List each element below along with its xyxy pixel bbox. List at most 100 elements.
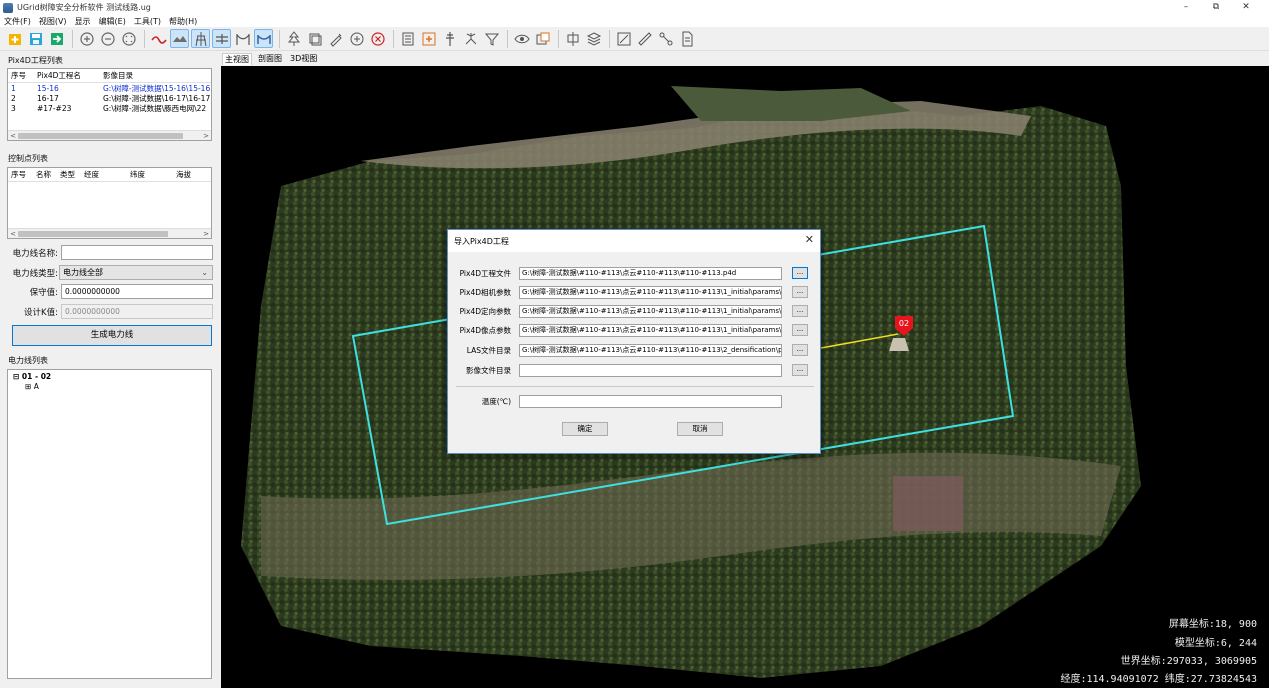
add-point-icon[interactable]: [419, 29, 438, 48]
dialog-title-bar: 导入Pix4D工程 ✕: [448, 230, 820, 252]
document-icon[interactable]: [677, 29, 696, 48]
scroll-thumb[interactable]: [18, 132, 183, 139]
menu-edit[interactable]: 编辑(E): [99, 16, 126, 27]
image-dir-input[interactable]: [519, 364, 782, 377]
table-row[interactable]: 2 16-17 G:\树障-测试数据\16-17\16-17: [8, 93, 211, 103]
tower-icon[interactable]: [191, 29, 210, 48]
keep-value-input[interactable]: 0.0000000000: [61, 284, 213, 299]
layers-stack-icon[interactable]: [305, 29, 324, 48]
zoom-extent-icon[interactable]: [119, 29, 138, 48]
new-project-icon[interactable]: [5, 29, 24, 48]
control-point-list[interactable]: 序号 名称 类型 经度 纬度 海拔 < >: [7, 167, 212, 239]
camera-params-input[interactable]: G:\树障-测试数据\#110-#113\点云#110-#113\#110-#1…: [519, 286, 782, 299]
browse-image-dir-button[interactable]: ...: [792, 364, 808, 376]
browse-imagepoint-params-button[interactable]: ...: [792, 324, 808, 336]
orientation-params-input[interactable]: G:\树障-测试数据\#110-#113\点云#110-#113\#110-#1…: [519, 305, 782, 318]
expand-icon[interactable]: ⊞: [25, 382, 31, 391]
browse-camera-params-button[interactable]: ...: [792, 286, 808, 298]
line-type-select[interactable]: 电力线全部 ⌄: [59, 265, 213, 280]
scroll-thumb[interactable]: [18, 230, 168, 237]
target-icon[interactable]: [347, 29, 366, 48]
measure-icon[interactable]: [326, 29, 345, 48]
browse-orientation-params-button[interactable]: ...: [792, 305, 808, 317]
span-icon[interactable]: [233, 29, 252, 48]
pix4d-list-header: 序号 Pix4D工程名 影像目录: [8, 69, 211, 83]
col-cp-type[interactable]: 类型: [57, 169, 81, 180]
line-type-value: 电力线全部: [63, 268, 103, 277]
powerline-icon[interactable]: [149, 29, 168, 48]
powerline-tree[interactable]: ⊟ 01 - 02 ⊞ A: [7, 369, 212, 679]
menu-tools[interactable]: 工具(T): [134, 16, 161, 27]
tab-3d-view[interactable]: 3D视图: [288, 53, 319, 65]
connect-icon[interactable]: [656, 29, 675, 48]
tree-node-child[interactable]: ⊞ A: [25, 382, 39, 391]
col-cp-longitude[interactable]: 经度: [81, 169, 127, 180]
zoom-in-icon[interactable]: [77, 29, 96, 48]
las-dir-input[interactable]: G:\树障-测试数据\#110-#113\点云#110-#113\#110-#1…: [519, 344, 782, 357]
filter-icon[interactable]: [482, 29, 501, 48]
application-window: UGrid树障安全分析软件 测试线路.ug – ⧉ ✕ 文件(F) 视图(V) …: [0, 0, 1269, 688]
scroll-right-icon[interactable]: >: [201, 230, 211, 238]
edit-box-icon[interactable]: [614, 29, 633, 48]
crossarm-icon[interactable]: [212, 29, 231, 48]
title-bar: UGrid树障安全分析软件 测试线路.ug – ⧉ ✕: [0, 0, 1269, 15]
table-row[interactable]: 3 #17-#23 G:\树障-测试数据\豚西电网\22: [8, 103, 211, 113]
center-icon[interactable]: [563, 29, 582, 48]
imagepoint-params-input[interactable]: G:\树障-测试数据\#110-#113\点云#110-#113\#110-#1…: [519, 324, 782, 337]
line-name-input[interactable]: [61, 245, 213, 260]
menu-view[interactable]: 视图(V): [39, 16, 67, 27]
col-project-name[interactable]: Pix4D工程名: [34, 70, 100, 81]
minimize-button[interactable]: –: [1171, 0, 1201, 15]
close-icon[interactable]: ✕: [805, 233, 814, 246]
menu-file[interactable]: 文件(F): [4, 16, 31, 27]
field-las-dir: LAS文件目录 G:\树障-测试数据\#110-#113\点云#110-#113…: [448, 344, 822, 358]
pix4d-project-list[interactable]: 序号 Pix4D工程名 影像目录 1 15-16 G:\树障-测试数据\15-1…: [7, 68, 212, 141]
menu-display[interactable]: 显示: [75, 16, 91, 27]
tree-node-label: 01 - 02: [21, 372, 52, 381]
col-image-dir[interactable]: 影像目录: [100, 70, 210, 81]
ok-button[interactable]: 确定: [562, 422, 608, 436]
imagepoint-params-label: Pix4D像点参数: [459, 326, 511, 335]
report-icon[interactable]: [398, 29, 417, 48]
cell-index: 2: [11, 93, 16, 103]
col-cp-latitude[interactable]: 纬度: [127, 169, 173, 180]
import-icon[interactable]: [47, 29, 66, 48]
scroll-left-icon[interactable]: <: [8, 132, 18, 140]
p4d-file-input[interactable]: G:\树障-测试数据\#110-#113\点云#110-#113\#110-#1…: [519, 267, 782, 280]
scroll-right-icon[interactable]: >: [201, 132, 211, 140]
horizontal-scrollbar[interactable]: < >: [8, 228, 211, 238]
cancel-button[interactable]: 取消: [677, 422, 723, 436]
restore-button[interactable]: ⧉: [1201, 0, 1231, 15]
col-cp-name[interactable]: 名称: [33, 169, 57, 180]
p4d-file-label: Pix4D工程文件: [459, 269, 511, 278]
save-icon[interactable]: [26, 29, 45, 48]
browse-las-dir-button[interactable]: ...: [792, 344, 808, 356]
col-cp-altitude[interactable]: 海拔: [173, 169, 209, 180]
pole-icon[interactable]: [440, 29, 459, 48]
menu-help[interactable]: 帮助(H): [169, 16, 197, 27]
col-cp-index[interactable]: 序号: [8, 169, 33, 180]
tab-main-view[interactable]: 主视图: [222, 53, 252, 65]
zoom-out-icon[interactable]: [98, 29, 117, 48]
tab-section-view[interactable]: 剖面图: [256, 53, 284, 65]
eye-icon[interactable]: [512, 29, 531, 48]
cancel-icon[interactable]: [368, 29, 387, 48]
window-icon[interactable]: [533, 29, 552, 48]
temperature-input[interactable]: [519, 395, 782, 408]
ruler-icon[interactable]: [635, 29, 654, 48]
horizontal-scrollbar[interactable]: < >: [8, 130, 211, 140]
layers-icon[interactable]: [584, 29, 603, 48]
col-index[interactable]: 序号: [8, 70, 34, 81]
line-type-label: 电力线类型:: [12, 269, 58, 279]
generate-powerline-button[interactable]: 生成电力线: [12, 325, 212, 346]
close-window-button[interactable]: ✕: [1231, 0, 1261, 15]
table-row[interactable]: 1 15-16 G:\树障-测试数据\15-16\15-16: [8, 83, 211, 93]
profile-icon[interactable]: [254, 29, 273, 48]
scroll-left-icon[interactable]: <: [8, 230, 18, 238]
tree-icon[interactable]: [284, 29, 303, 48]
browse-p4d-file-button[interactable]: ...: [792, 267, 808, 279]
tree-node-root[interactable]: ⊟ 01 - 02: [13, 372, 51, 381]
terrain-icon[interactable]: [170, 29, 189, 48]
collapse-icon[interactable]: ⊟: [13, 372, 19, 381]
branch-icon[interactable]: [461, 29, 480, 48]
